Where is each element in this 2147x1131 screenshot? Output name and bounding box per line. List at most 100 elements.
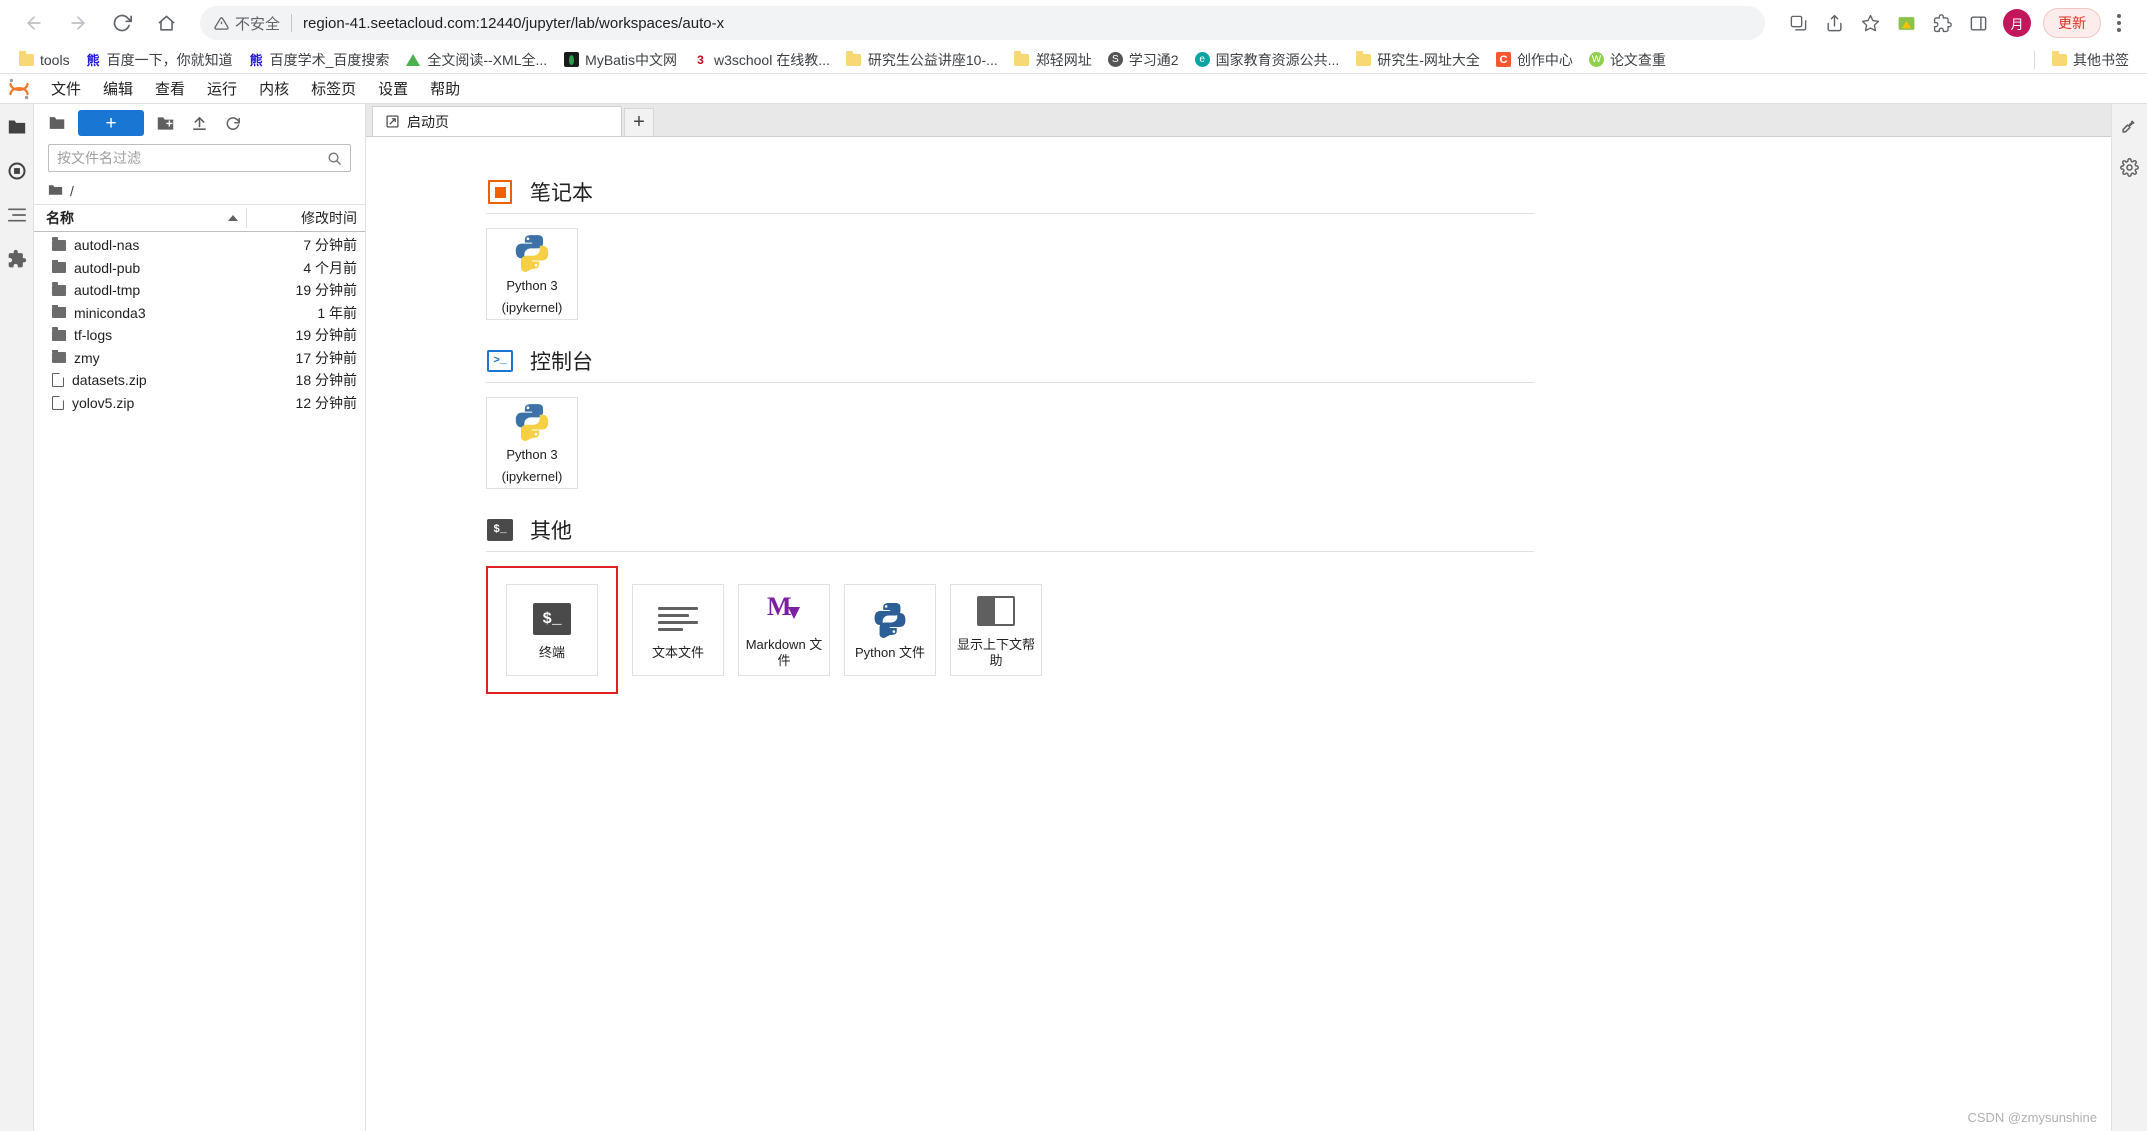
new-tab-button[interactable]: + (624, 108, 654, 136)
bookmark-star-icon[interactable] (1853, 6, 1887, 40)
toolbar-right-group: 月 更新 (1781, 6, 2133, 40)
table-of-contents-icon[interactable] (6, 204, 28, 226)
bookmark-label: 学习通2 (1129, 50, 1179, 70)
back-button[interactable] (14, 3, 54, 43)
file-filter-input[interactable] (57, 150, 327, 166)
download-extension-icon[interactable] (1889, 6, 1923, 40)
bookmark-item[interactable]: MyBatis中文网 (555, 48, 685, 72)
menu-file[interactable]: 文件 (40, 76, 92, 101)
new-folder-icon[interactable] (152, 110, 178, 136)
card-label-line1: 终端 (539, 645, 565, 661)
other-bookmarks-label: 其他书签 (2073, 50, 2129, 70)
upload-icon[interactable] (186, 110, 212, 136)
settings-gear-icon[interactable] (2119, 156, 2141, 178)
bookmark-item[interactable]: 熊百度学术_百度搜索 (241, 48, 398, 72)
jupyter-logo-icon (4, 76, 34, 102)
launcher-card-markdown-file[interactable]: M Markdown 文件 (738, 584, 830, 676)
console-icon: >_ (486, 347, 514, 375)
chrome-menu-button[interactable] (2105, 6, 2133, 40)
folder-icon (52, 307, 66, 318)
running-terminals-icon[interactable] (6, 160, 28, 182)
menu-edit[interactable]: 编辑 (92, 76, 144, 101)
extension-manager-icon[interactable] (6, 248, 28, 270)
share-icon[interactable] (1817, 6, 1851, 40)
bookmark-item[interactable]: C创作中心 (1488, 48, 1581, 72)
file-modified: 17 分钟前 (247, 348, 365, 368)
home-button[interactable] (146, 3, 186, 43)
bookmark-item[interactable]: 郑轻网址 (1006, 48, 1100, 72)
section-divider (486, 213, 1534, 214)
bookmark-item[interactable]: W论文查重 (1581, 48, 1674, 72)
bookmark-item[interactable]: 3w3school 在线教... (685, 48, 838, 72)
watermark: CSDN @zmysunshine (1967, 1110, 2097, 1125)
launcher-card-text-file[interactable]: 文本文件 (632, 584, 724, 676)
file-modified: 19 分钟前 (247, 325, 365, 345)
file-list-item[interactable]: zmy17 分钟前 (34, 347, 365, 370)
folder-icon (2051, 52, 2067, 68)
update-button[interactable]: 更新 (2043, 8, 2101, 38)
launcher-card-notebook-python3[interactable]: Python 3 (ipykernel) (486, 228, 578, 320)
file-browser-icon[interactable] (6, 116, 28, 138)
puzzle-icon[interactable] (1925, 6, 1959, 40)
side-panel-icon[interactable] (1961, 6, 1995, 40)
file-list-item[interactable]: autodl-pub 4 个月前 (34, 257, 365, 280)
file-modified: 4 个月前 (247, 258, 365, 278)
menu-view[interactable]: 查看 (144, 76, 196, 101)
not-secure-warning-icon (214, 16, 229, 31)
breadcrumb[interactable]: / (34, 178, 365, 204)
bookmark-item[interactable]: 研究生公益讲座10-... (838, 48, 1006, 72)
column-header-name[interactable]: 名称 (46, 208, 247, 228)
menu-settings[interactable]: 设置 (367, 76, 419, 101)
new-launcher-button[interactable]: + (78, 110, 144, 136)
bookmark-item[interactable]: S学习通2 (1100, 48, 1187, 72)
property-inspector-icon[interactable] (2119, 114, 2141, 136)
tab-label: 启动页 (407, 112, 449, 132)
reload-button[interactable] (102, 3, 142, 43)
file-name: autodl-pub (74, 260, 140, 276)
file-filter-box[interactable] (48, 144, 351, 172)
column-header-modified[interactable]: 修改时间 (247, 208, 365, 228)
refresh-icon[interactable] (220, 110, 246, 136)
notebook-icon (486, 178, 514, 206)
svg-text:M: M (767, 593, 792, 621)
file-list: autodl-nas7 分钟前 autodl-pub 4 个月前 autodl-t… (34, 232, 365, 1131)
file-list-item[interactable]: autodl-nas7 分钟前 (34, 234, 365, 257)
breadcrumb-path: / (70, 183, 74, 199)
file-modified: 19 分钟前 (247, 280, 365, 300)
other-bookmarks-button[interactable]: 其他书签 (2043, 48, 2137, 72)
other-icon: $_ (486, 516, 514, 544)
file-browser-toolbar: + (34, 104, 365, 142)
forward-button[interactable] (58, 3, 98, 43)
menu-tabs[interactable]: 标签页 (300, 76, 367, 101)
file-name: autodl-tmp (74, 282, 140, 298)
folder-icon (1014, 52, 1030, 68)
file-list-item[interactable]: miniconda31 年前 (34, 302, 365, 325)
file-list-item[interactable]: datasets.zip18 分钟前 (34, 369, 365, 392)
tab-launcher[interactable]: 启动页 (372, 106, 622, 136)
menu-help[interactable]: 帮助 (419, 76, 471, 101)
file-list-item[interactable]: autodl-tmp 19 分钟前 (34, 279, 365, 302)
profile-avatar[interactable]: 月 (2003, 9, 2031, 37)
launcher-section-title: 笔记本 (530, 177, 593, 207)
launcher-card-terminal[interactable]: $_ 终端 (506, 584, 598, 676)
bookmark-item[interactable]: 研究生-网址大全 (1347, 48, 1488, 72)
launcher-card-python-file[interactable]: Python 文件 (844, 584, 936, 676)
file-list-item[interactable]: tf-logs19 分钟前 (34, 324, 365, 347)
card-label-line1: Python 3 (506, 447, 557, 463)
launcher-section-console-header: >_ 控制台 (486, 346, 2111, 376)
bookmark-item[interactable]: 熊百度一下，你就知道 (78, 48, 241, 72)
translate-icon[interactable] (1781, 6, 1815, 40)
context-help-icon (977, 591, 1015, 631)
menu-run[interactable]: 运行 (196, 76, 248, 101)
folder-icon (1355, 52, 1371, 68)
file-list-item[interactable]: yolov5.zip12 分钟前 (34, 392, 365, 415)
address-bar[interactable]: 不安全 region-41.seetacloud.com:12440/jupyt… (200, 6, 1765, 40)
bookmark-item[interactable]: 全文阅读--XML全... (397, 48, 555, 72)
launcher-card-console-python3[interactable]: Python 3 (ipykernel) (486, 397, 578, 489)
bookmark-item[interactable]: tools (10, 48, 78, 72)
menu-kernel[interactable]: 内核 (248, 76, 300, 101)
bookmark-item[interactable]: e国家教育资源公共... (1187, 48, 1348, 72)
folder-icon (18, 52, 34, 68)
launcher-card-context-help[interactable]: 显示上下文帮助 (950, 584, 1042, 676)
folder-icon (44, 110, 70, 136)
